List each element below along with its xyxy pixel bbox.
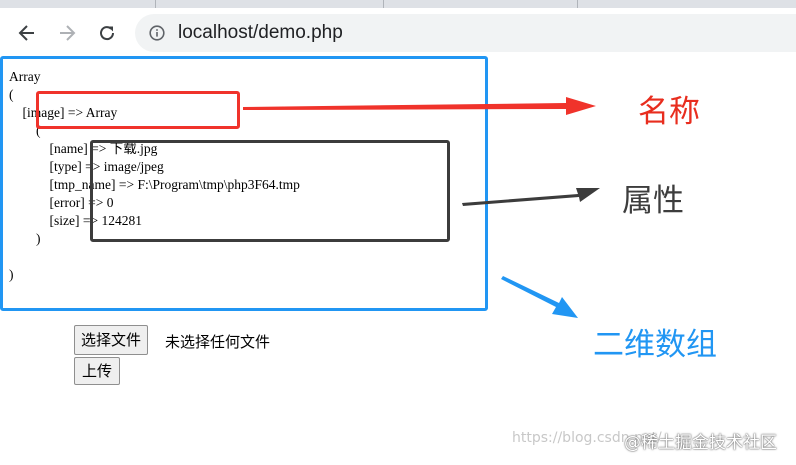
blue-arrow: [501, 276, 578, 318]
choose-file-button[interactable]: 选择文件: [74, 325, 149, 355]
red-arrow: [243, 97, 596, 115]
juejin-watermark: @稀土掘金技术社区: [624, 433, 777, 453]
name-annotation: 名称: [638, 94, 700, 130]
two-dimensional-array-annotation: 二维数组: [593, 327, 717, 363]
annotation-arrows: [243, 97, 600, 318]
attributes-annotation: 属性: [622, 183, 684, 219]
upload-button[interactable]: 上传: [74, 357, 121, 385]
dark-arrow: [462, 188, 600, 206]
no-file-selected-text: 未选择任何文件: [165, 333, 271, 351]
